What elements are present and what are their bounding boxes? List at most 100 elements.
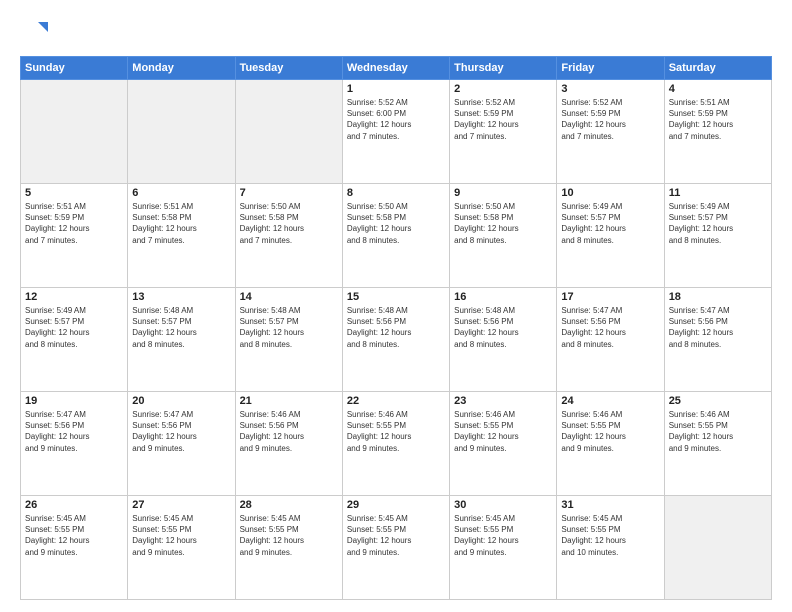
day-info: Sunrise: 5:50 AM Sunset: 5:58 PM Dayligh… bbox=[240, 201, 338, 246]
day-number: 26 bbox=[25, 499, 123, 511]
weekday-thursday: Thursday bbox=[450, 57, 557, 80]
calendar-day-24: 24Sunrise: 5:46 AM Sunset: 5:55 PM Dayli… bbox=[557, 392, 664, 496]
calendar-day-7: 7 Sunrise: 5:50 AM Sunset: 5:58 PM Daylig… bbox=[235, 184, 342, 288]
calendar-day-25: 25 Sunrise: 5:46 AM Sunset: 5:55 PM Dayli… bbox=[664, 392, 771, 496]
day-info: Sunrise: 5:51 AM Sunset: 5:59 PM Dayligh… bbox=[25, 201, 123, 246]
day-number: 21 bbox=[240, 395, 338, 407]
calendar-week-2: 12 Sunrise: 5:49 AM Sunset: 5:57 PM Dayli… bbox=[21, 288, 772, 392]
calendar-day-22: 22 Sunrise: 5:46 AM Sunset: 5:55 PM Dayli… bbox=[342, 392, 449, 496]
day-number: 1 bbox=[347, 83, 445, 95]
day-number: 7 bbox=[240, 187, 338, 199]
day-info: Sunrise: 5:45 AM Sunset: 5:55 PM Dayligh… bbox=[561, 513, 659, 558]
day-info: Sunrise: 5:48 AM Sunset: 5:56 PM Dayligh… bbox=[347, 305, 445, 350]
calendar-day-18: 18Sunrise: 5:47 AM Sunset: 5:56 PM Dayli… bbox=[664, 288, 771, 392]
day-number: 14 bbox=[240, 291, 338, 303]
calendar-day-15: 15 Sunrise: 5:48 AM Sunset: 5:56 PM Dayli… bbox=[342, 288, 449, 392]
day-info: Sunrise: 5:45 AM Sunset: 5:55 PM Dayligh… bbox=[25, 513, 123, 558]
day-info: Sunrise: 5:49 AM Sunset: 5:57 PM Dayligh… bbox=[561, 201, 659, 246]
day-info: Sunrise: 5:49 AM Sunset: 5:57 PM Dayligh… bbox=[669, 201, 767, 246]
day-info: Sunrise: 5:46 AM Sunset: 5:55 PM Dayligh… bbox=[669, 409, 767, 454]
calendar-empty bbox=[128, 80, 235, 184]
calendar-header: SundayMondayTuesdayWednesdayThursdayFrid… bbox=[21, 57, 772, 80]
day-number: 31 bbox=[561, 499, 659, 511]
day-info: Sunrise: 5:46 AM Sunset: 5:56 PM Dayligh… bbox=[240, 409, 338, 454]
calendar-day-23: 23Sunrise: 5:46 AM Sunset: 5:55 PM Dayli… bbox=[450, 392, 557, 496]
calendar-day-11: 11 Sunrise: 5:49 AM Sunset: 5:57 PM Dayli… bbox=[664, 184, 771, 288]
day-info: Sunrise: 5:50 AM Sunset: 5:58 PM Dayligh… bbox=[347, 201, 445, 246]
calendar-day-14: 14Sunrise: 5:48 AM Sunset: 5:57 PM Dayli… bbox=[235, 288, 342, 392]
calendar-day-2: 2 Sunrise: 5:52 AM Sunset: 5:59 PM Daylig… bbox=[450, 80, 557, 184]
day-info: Sunrise: 5:47 AM Sunset: 5:56 PM Dayligh… bbox=[132, 409, 230, 454]
day-info: Sunrise: 5:51 AM Sunset: 5:58 PM Dayligh… bbox=[132, 201, 230, 246]
calendar-empty bbox=[664, 496, 771, 600]
day-info: Sunrise: 5:46 AM Sunset: 5:55 PM Dayligh… bbox=[347, 409, 445, 454]
weekday-saturday: Saturday bbox=[664, 57, 771, 80]
calendar-day-13: 13Sunrise: 5:48 AM Sunset: 5:57 PM Dayli… bbox=[128, 288, 235, 392]
calendar-day-10: 10Sunrise: 5:49 AM Sunset: 5:57 PM Dayli… bbox=[557, 184, 664, 288]
calendar-week-1: 5 Sunrise: 5:51 AM Sunset: 5:59 PM Daylig… bbox=[21, 184, 772, 288]
day-number: 2 bbox=[454, 83, 552, 95]
weekday-header-row: SundayMondayTuesdayWednesdayThursdayFrid… bbox=[21, 57, 772, 80]
day-number: 20 bbox=[132, 395, 230, 407]
logo bbox=[20, 18, 52, 46]
calendar-body: 1 Sunrise: 5:52 AM Sunset: 6:00 PM Daylig… bbox=[21, 80, 772, 600]
day-info: Sunrise: 5:47 AM Sunset: 5:56 PM Dayligh… bbox=[561, 305, 659, 350]
calendar-day-30: 30 Sunrise: 5:45 AM Sunset: 5:55 PM Dayli… bbox=[450, 496, 557, 600]
day-info: Sunrise: 5:45 AM Sunset: 5:55 PM Dayligh… bbox=[240, 513, 338, 558]
header bbox=[20, 18, 772, 46]
calendar-day-6: 6 Sunrise: 5:51 AM Sunset: 5:58 PM Daylig… bbox=[128, 184, 235, 288]
calendar-day-21: 21 Sunrise: 5:46 AM Sunset: 5:56 PM Dayli… bbox=[235, 392, 342, 496]
calendar-table: SundayMondayTuesdayWednesdayThursdayFrid… bbox=[20, 56, 772, 600]
day-number: 27 bbox=[132, 499, 230, 511]
weekday-monday: Monday bbox=[128, 57, 235, 80]
weekday-tuesday: Tuesday bbox=[235, 57, 342, 80]
day-number: 18 bbox=[669, 291, 767, 303]
weekday-sunday: Sunday bbox=[21, 57, 128, 80]
day-number: 22 bbox=[347, 395, 445, 407]
calendar-day-19: 19 Sunrise: 5:47 AM Sunset: 5:56 PM Dayli… bbox=[21, 392, 128, 496]
day-info: Sunrise: 5:52 AM Sunset: 6:00 PM Dayligh… bbox=[347, 97, 445, 142]
calendar-day-29: 29Sunrise: 5:45 AM Sunset: 5:55 PM Dayli… bbox=[342, 496, 449, 600]
day-number: 6 bbox=[132, 187, 230, 199]
day-info: Sunrise: 5:50 AM Sunset: 5:58 PM Dayligh… bbox=[454, 201, 552, 246]
calendar-week-0: 1 Sunrise: 5:52 AM Sunset: 6:00 PM Daylig… bbox=[21, 80, 772, 184]
day-info: Sunrise: 5:45 AM Sunset: 5:55 PM Dayligh… bbox=[347, 513, 445, 558]
day-info: Sunrise: 5:45 AM Sunset: 5:55 PM Dayligh… bbox=[454, 513, 552, 558]
day-number: 19 bbox=[25, 395, 123, 407]
day-number: 3 bbox=[561, 83, 659, 95]
calendar-day-28: 28 Sunrise: 5:45 AM Sunset: 5:55 PM Dayli… bbox=[235, 496, 342, 600]
day-info: Sunrise: 5:52 AM Sunset: 5:59 PM Dayligh… bbox=[454, 97, 552, 142]
day-number: 12 bbox=[25, 291, 123, 303]
day-number: 24 bbox=[561, 395, 659, 407]
day-number: 15 bbox=[347, 291, 445, 303]
day-number: 11 bbox=[669, 187, 767, 199]
day-number: 28 bbox=[240, 499, 338, 511]
calendar-day-17: 17 Sunrise: 5:47 AM Sunset: 5:56 PM Dayli… bbox=[557, 288, 664, 392]
calendar-day-1: 1 Sunrise: 5:52 AM Sunset: 6:00 PM Daylig… bbox=[342, 80, 449, 184]
day-info: Sunrise: 5:48 AM Sunset: 5:56 PM Dayligh… bbox=[454, 305, 552, 350]
weekday-friday: Friday bbox=[557, 57, 664, 80]
calendar-day-3: 3 Sunrise: 5:52 AM Sunset: 5:59 PM Daylig… bbox=[557, 80, 664, 184]
day-number: 8 bbox=[347, 187, 445, 199]
logo-icon bbox=[20, 18, 48, 46]
weekday-wednesday: Wednesday bbox=[342, 57, 449, 80]
calendar-day-4: 4Sunrise: 5:51 AM Sunset: 5:59 PM Daylig… bbox=[664, 80, 771, 184]
calendar-empty bbox=[235, 80, 342, 184]
day-info: Sunrise: 5:51 AM Sunset: 5:59 PM Dayligh… bbox=[669, 97, 767, 142]
day-info: Sunrise: 5:52 AM Sunset: 5:59 PM Dayligh… bbox=[561, 97, 659, 142]
page: SundayMondayTuesdayWednesdayThursdayFrid… bbox=[0, 0, 792, 612]
day-info: Sunrise: 5:47 AM Sunset: 5:56 PM Dayligh… bbox=[25, 409, 123, 454]
calendar-empty bbox=[21, 80, 128, 184]
calendar-day-9: 9Sunrise: 5:50 AM Sunset: 5:58 PM Daylig… bbox=[450, 184, 557, 288]
day-number: 30 bbox=[454, 499, 552, 511]
calendar-day-31: 31 Sunrise: 5:45 AM Sunset: 5:55 PM Dayli… bbox=[557, 496, 664, 600]
calendar-week-3: 19 Sunrise: 5:47 AM Sunset: 5:56 PM Dayli… bbox=[21, 392, 772, 496]
day-number: 13 bbox=[132, 291, 230, 303]
day-info: Sunrise: 5:45 AM Sunset: 5:55 PM Dayligh… bbox=[132, 513, 230, 558]
day-info: Sunrise: 5:49 AM Sunset: 5:57 PM Dayligh… bbox=[25, 305, 123, 350]
day-number: 17 bbox=[561, 291, 659, 303]
day-number: 25 bbox=[669, 395, 767, 407]
calendar-day-5: 5 Sunrise: 5:51 AM Sunset: 5:59 PM Daylig… bbox=[21, 184, 128, 288]
day-number: 5 bbox=[25, 187, 123, 199]
calendar-day-26: 26 Sunrise: 5:45 AM Sunset: 5:55 PM Dayli… bbox=[21, 496, 128, 600]
